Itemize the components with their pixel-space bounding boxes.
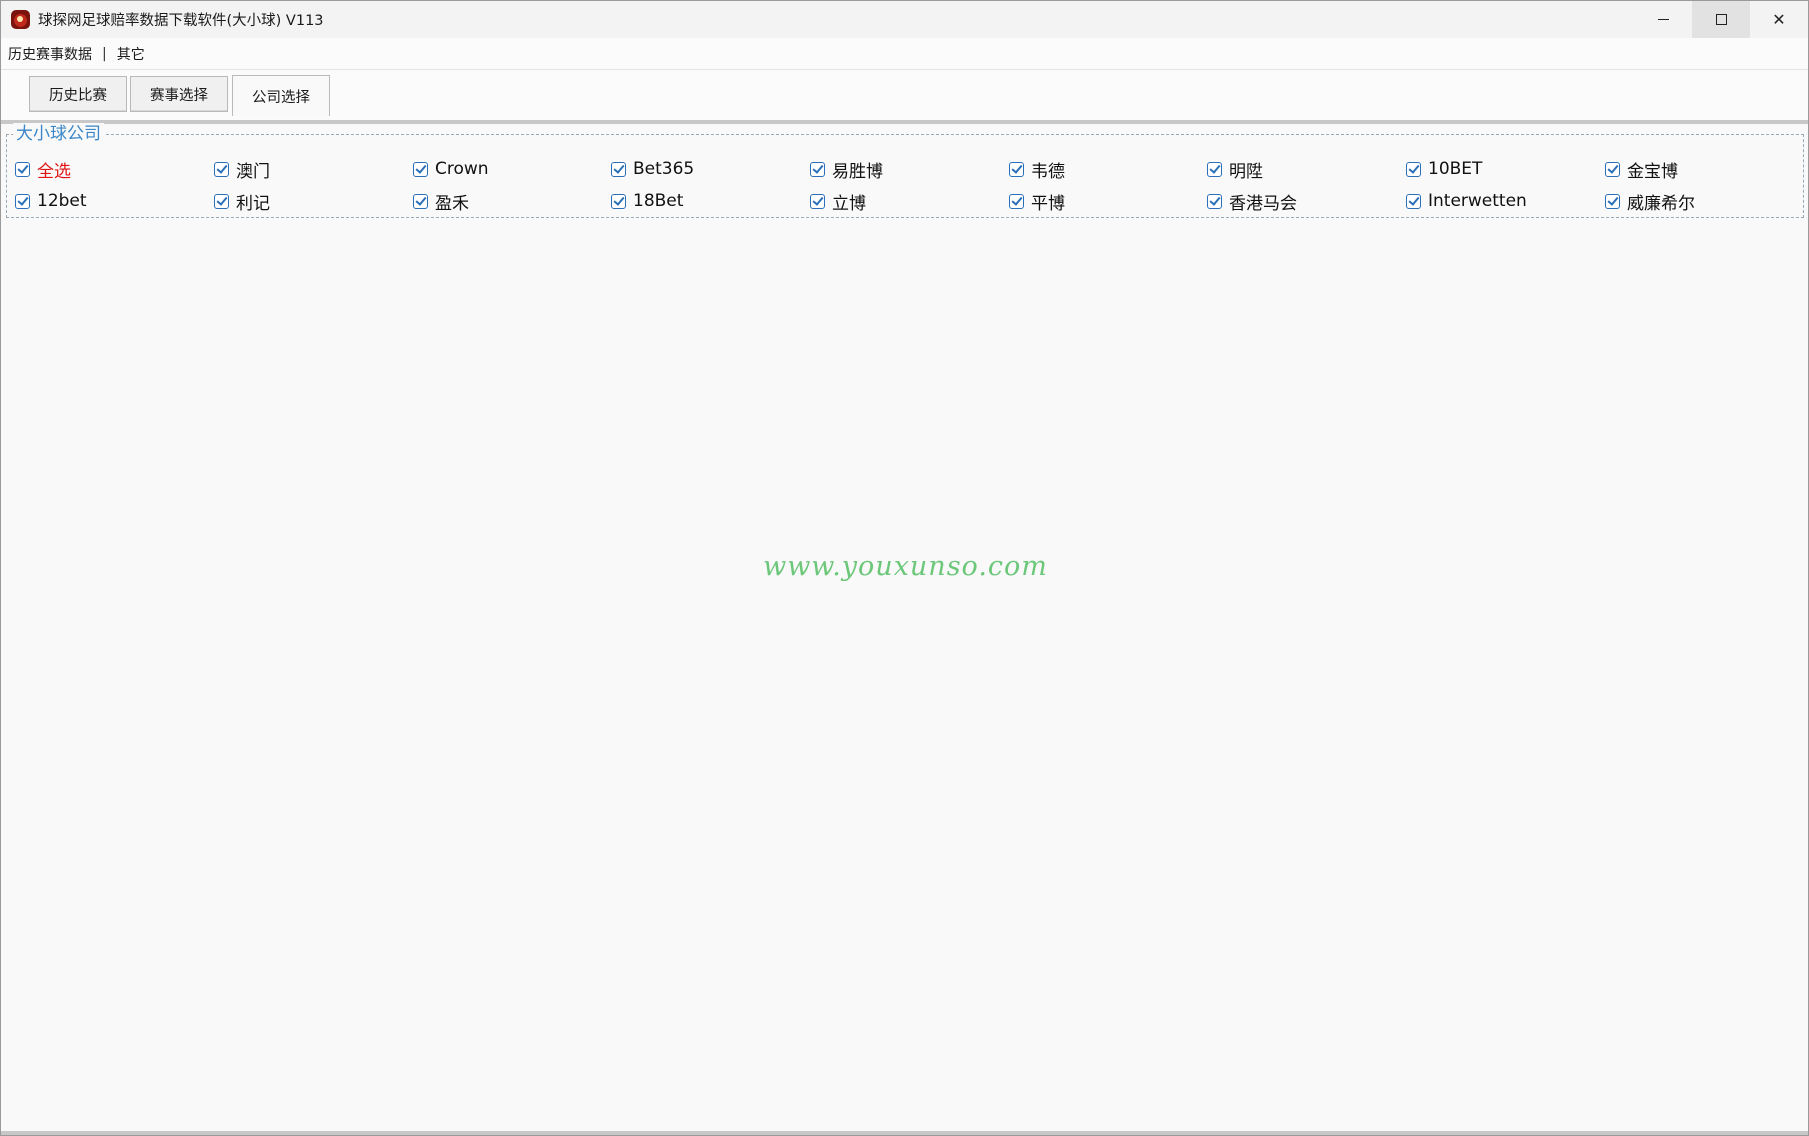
checkbox-checked-icon <box>1207 161 1222 177</box>
checkbox-mingsheng[interactable]: 明陞 <box>1207 158 1263 182</box>
checkbox-label: Bet365 <box>633 159 695 179</box>
checkbox-checked-icon <box>1605 161 1620 177</box>
checkbox-interwetten[interactable]: Interwetten <box>1406 190 1527 212</box>
app-window: 球探网足球赔率数据下载软件(大小球) V113 ✕ 历史赛事数据 | 其它 历史… <box>0 0 1809 1136</box>
checkbox-label: 易胜博 <box>832 161 883 182</box>
checkbox-checked-icon <box>1009 193 1024 209</box>
checkbox-18bet[interactable]: 18Bet <box>611 190 683 212</box>
app-logo-icon <box>11 10 30 29</box>
checkbox-checked-icon <box>1605 193 1620 209</box>
checkbox-checked-icon <box>413 161 428 177</box>
checkbox-12bet[interactable]: 12bet <box>15 190 87 212</box>
checkbox-label: 盈禾 <box>435 193 469 214</box>
checkbox-checked-icon <box>1406 193 1421 209</box>
checkbox-easybet[interactable]: 易胜博 <box>810 158 883 182</box>
checkbox-label: 利记 <box>236 193 270 214</box>
checkbox-checked-icon <box>810 193 825 209</box>
checkbox-label: 金宝博 <box>1627 161 1678 182</box>
checkbox-10bet[interactable]: 10BET <box>1406 158 1482 180</box>
checkbox-macau[interactable]: 澳门 <box>214 158 270 182</box>
tab-company-selection[interactable]: 公司选择 <box>232 75 330 116</box>
checkbox-checked-icon <box>611 193 626 209</box>
close-button[interactable]: ✕ <box>1750 1 1808 38</box>
checkbox-label: 立博 <box>832 193 866 214</box>
checkbox-label: 平博 <box>1031 193 1065 214</box>
checkbox-jinbaobo[interactable]: 金宝博 <box>1605 158 1678 182</box>
maximize-icon <box>1715 14 1727 25</box>
checkbox-pingbo[interactable]: 平博 <box>1009 190 1065 214</box>
checkbox-hkjc[interactable]: 香港马会 <box>1207 190 1297 214</box>
checkbox-libo[interactable]: 立博 <box>810 190 866 214</box>
checkbox-checked-icon <box>611 161 626 177</box>
checkbox-label: 香港马会 <box>1229 193 1297 214</box>
title-bar: 球探网足球赔率数据下载软件(大小球) V113 ✕ <box>1 1 1808 38</box>
checkbox-checked-icon <box>214 193 229 209</box>
bottom-border <box>1 1131 1808 1135</box>
checkbox-label: Interwetten <box>1428 191 1527 211</box>
checkbox-checked-icon <box>15 193 30 209</box>
menu-history-data[interactable]: 历史赛事数据 <box>6 44 94 64</box>
checkbox-label: 澳门 <box>236 161 270 182</box>
checkbox-liji[interactable]: 利记 <box>214 190 270 214</box>
checkbox-select-all[interactable]: 全选 <box>15 158 71 182</box>
checkbox-bet365[interactable]: Bet365 <box>611 158 694 180</box>
checkbox-ladbrokes-wd[interactable]: 韦德 <box>1009 158 1065 182</box>
checkbox-label: Crown <box>435 159 489 179</box>
window-controls: ✕ <box>1634 1 1808 38</box>
window-title: 球探网足球赔率数据下载软件(大小球) V113 <box>38 13 324 29</box>
minimize-icon <box>1657 19 1669 20</box>
company-group: 大小球公司 全选 澳门 Crown Bet365 易胜博 韦德 明陞 10BET… <box>6 123 1804 218</box>
minimize-button[interactable] <box>1634 1 1692 38</box>
tab-history-matches[interactable]: 历史比赛 <box>29 76 127 112</box>
checkbox-label: 明陞 <box>1229 161 1263 182</box>
checkbox-william-hill[interactable]: 威廉希尔 <box>1605 190 1695 214</box>
menu-other[interactable]: 其它 <box>115 44 147 64</box>
checkbox-label: 12bet <box>37 191 87 211</box>
checkbox-checked-icon <box>1406 161 1421 177</box>
checkbox-checked-icon <box>1009 161 1024 177</box>
checkbox-crown[interactable]: Crown <box>413 158 489 180</box>
watermark-text: www.youxunso.com <box>763 551 1048 582</box>
close-icon: ✕ <box>1772 10 1786 29</box>
tab-event-selection[interactable]: 赛事选择 <box>130 76 228 112</box>
group-title: 大小球公司 <box>13 123 104 145</box>
menu-separator: | <box>102 45 107 62</box>
checkbox-label: 10BET <box>1428 159 1483 179</box>
checkbox-checked-icon <box>214 161 229 177</box>
checkbox-checked-icon <box>15 161 30 177</box>
checkbox-checked-icon <box>810 161 825 177</box>
checkbox-label: 威廉希尔 <box>1627 193 1695 214</box>
menu-bar: 历史赛事数据 | 其它 <box>1 38 1808 70</box>
checkbox-label: 18Bet <box>633 191 684 211</box>
maximize-button[interactable] <box>1692 1 1750 38</box>
tab-strip: 历史比赛 赛事选择 公司选择 <box>1 70 1808 124</box>
checkbox-checked-icon <box>413 193 428 209</box>
checkbox-checked-icon <box>1207 193 1222 209</box>
checkbox-label: 全选 <box>37 161 71 182</box>
checkbox-yinghe[interactable]: 盈禾 <box>413 190 469 214</box>
checkbox-label: 韦德 <box>1031 161 1065 182</box>
